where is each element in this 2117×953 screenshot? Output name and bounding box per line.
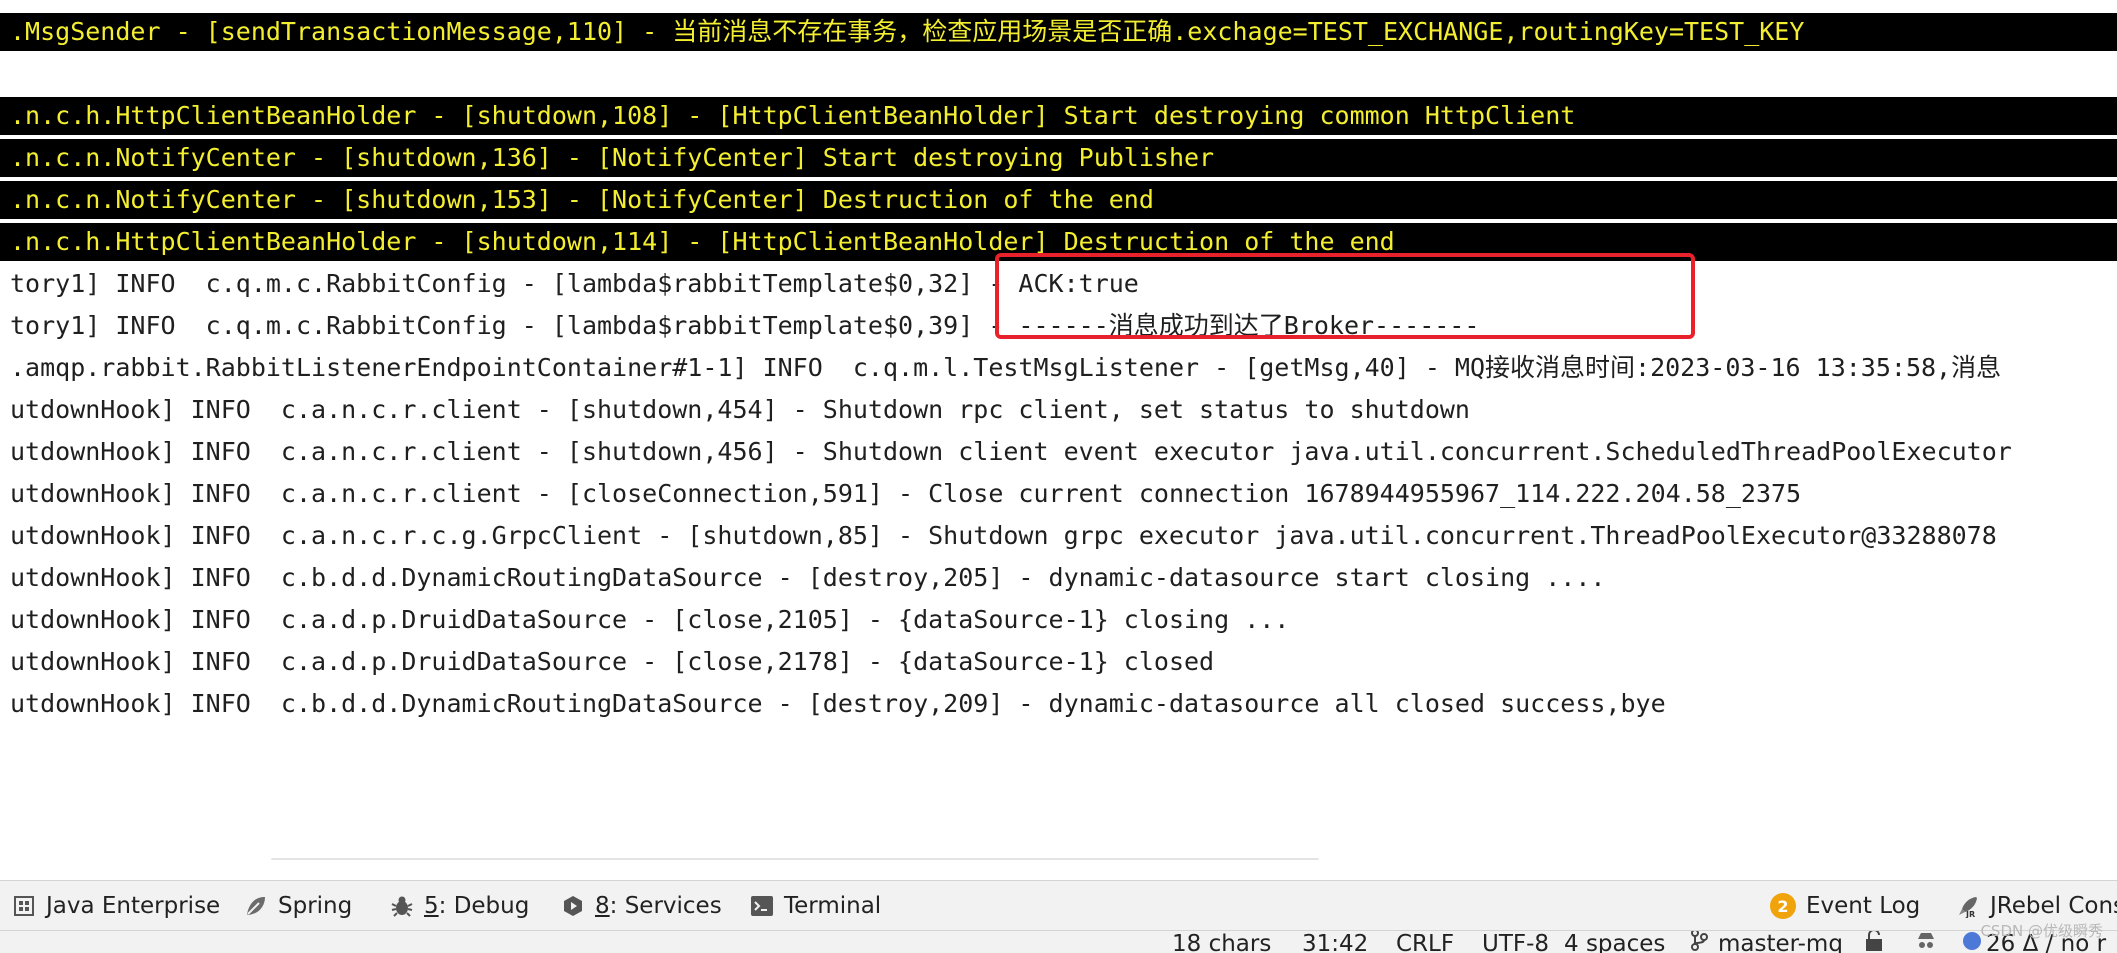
services-play-icon	[561, 894, 585, 918]
java-enterprise-icon	[12, 894, 36, 918]
line-separator-selector[interactable]: CRLF	[1396, 931, 1454, 953]
tool-window-label: Java Enterprise	[46, 893, 221, 919]
tool-window-terminal[interactable]: Terminal	[750, 881, 881, 931]
shortcut-number: 8	[595, 893, 610, 919]
tool-window-label: Terminal	[784, 893, 882, 919]
lock-icon[interactable]	[1864, 931, 1884, 953]
log-line: .n.c.h.HttpClientBeanHolder - [shutdown,…	[0, 223, 2117, 261]
console-output[interactable]: .MsgSender - [sendTransactionMessage,110…	[0, 0, 2117, 860]
tool-window-label: Event Log	[1806, 893, 1921, 919]
tool-window-spring[interactable]: Spring	[244, 881, 352, 931]
tool-window-event-log[interactable]: 2 Event Log	[1770, 881, 1920, 931]
log-line: utdownHook] INFO c.a.d.p.DruidDataSource…	[10, 605, 1290, 634]
svg-text:JR: JR	[1965, 910, 1975, 918]
log-line: .MsgSender - [sendTransactionMessage,110…	[0, 13, 2117, 51]
tool-window-label-text: : Debug	[438, 893, 530, 919]
log-line: .n.c.h.HttpClientBeanHolder - [shutdown,…	[0, 97, 2117, 135]
log-line: utdownHook] INFO c.a.n.c.r.client - [shu…	[10, 395, 1470, 424]
inspector-icon[interactable]	[1914, 931, 1938, 953]
log-line: utdownHook] INFO c.a.n.c.r.client - [clo…	[10, 479, 1802, 508]
tool-window-bar: Java Enterprise Spring 5: Debug 8: Servi…	[0, 880, 2117, 930]
log-line: utdownHook] INFO c.b.d.d.DynamicRoutingD…	[10, 563, 1606, 592]
tool-window-debug[interactable]: 5: Debug	[390, 881, 529, 931]
log-line: .amqp.rabbit.RabbitListenerEndpointConta…	[10, 353, 2002, 382]
status-bar: 18 chars 31:42 CRLF UTF-8 4 spaces maste…	[0, 930, 2117, 953]
log-line: utdownHook] INFO c.b.d.d.DynamicRoutingD…	[10, 689, 1666, 718]
tool-window-label: JRebel Cons	[1990, 893, 2117, 919]
watermark: CSDN @优级瞬秀	[1980, 922, 2103, 940]
selection-chars-count: 18 chars	[1172, 931, 1272, 953]
file-encoding-selector[interactable]: UTF-8	[1482, 931, 1549, 953]
log-line: utdownHook] INFO c.a.n.c.r.c.g.GrpcClien…	[10, 521, 1997, 550]
vcs-changes-icon	[1962, 931, 1982, 953]
log-line: .n.c.n.NotifyCenter - [shutdown,136] - […	[0, 139, 2117, 177]
git-branch-icon	[1690, 931, 1708, 953]
log-line: tory1] INFO c.q.m.c.RabbitConfig - [lamb…	[10, 269, 1139, 298]
tool-window-java-enterprise[interactable]: Java Enterprise	[12, 881, 220, 931]
bug-icon	[390, 894, 414, 918]
spring-leaf-icon	[244, 894, 268, 918]
indent-selector[interactable]: 4 spaces	[1564, 931, 1665, 953]
caret-position[interactable]: 31:42	[1302, 931, 1368, 953]
event-log-count-badge: 2	[1770, 893, 1796, 919]
jrebel-rocket-icon: JR	[1956, 894, 1980, 918]
tool-window-label: Spring	[278, 893, 353, 919]
tool-window-services[interactable]: 8: Services	[561, 881, 722, 931]
log-line: utdownHook] INFO c.a.n.c.r.client - [shu…	[10, 437, 2012, 466]
log-line: utdownHook] INFO c.a.d.p.DruidDataSource…	[10, 647, 1215, 676]
log-line: tory1] INFO c.q.m.c.RabbitConfig - [lamb…	[10, 311, 1480, 340]
log-line: .n.c.n.NotifyCenter - [shutdown,153] - […	[0, 181, 2117, 219]
shortcut-number: 5	[424, 893, 439, 919]
horizontal-scrollbar[interactable]	[271, 858, 1319, 860]
git-branch-selector[interactable]: master-mq	[1718, 931, 1843, 953]
tool-window-label: 8: Services	[595, 893, 722, 919]
tool-window-label: 5: Debug	[424, 893, 529, 919]
tool-window-label-text: : Services	[609, 893, 722, 919]
terminal-icon	[750, 894, 774, 918]
